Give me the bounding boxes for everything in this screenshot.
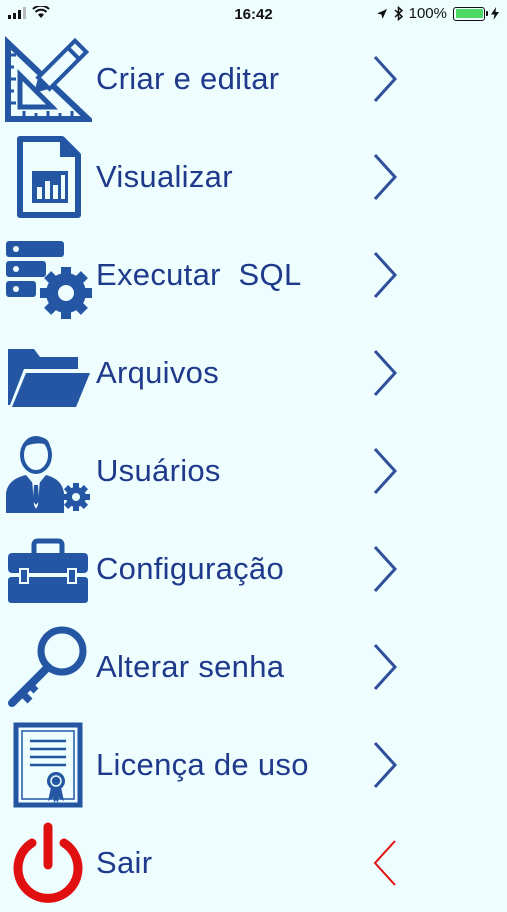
chevron-right-icon: [370, 250, 400, 300]
menu-item-usuarios[interactable]: Usuários: [0, 422, 507, 520]
menu-item-label: Criar e editar: [96, 61, 280, 96]
charging-bolt-icon: [491, 7, 499, 20]
certificate-icon: [4, 721, 92, 809]
chevron-right-icon: [370, 446, 400, 496]
main-menu: Criar e editar Visualizar Executar SQL A…: [0, 30, 507, 912]
menu-item-sair[interactable]: Sair: [0, 814, 507, 912]
menu-item-label: Configuração: [96, 551, 284, 586]
chevron-right-icon: [370, 642, 400, 692]
menu-item-alterar-senha[interactable]: Alterar senha: [0, 618, 507, 716]
menu-item-arquivos[interactable]: Arquivos: [0, 324, 507, 422]
menu-item-criar-editar[interactable]: Criar e editar: [0, 30, 507, 128]
menu-item-label: Licença de uso: [96, 747, 309, 782]
battery-percentage: 100%: [408, 5, 447, 22]
power-icon: [4, 819, 92, 907]
status-bar: 16:42 100%: [0, 0, 507, 30]
chevron-left-icon: [370, 838, 400, 888]
menu-item-label: Sair: [96, 845, 153, 880]
chevron-right-icon: [370, 54, 400, 104]
ruler-pencil-icon: [4, 35, 92, 123]
menu-item-visualizar[interactable]: Visualizar: [0, 128, 507, 226]
menu-item-label: Usuários: [96, 453, 221, 488]
chevron-right-icon: [370, 740, 400, 790]
menu-item-label: Visualizar: [96, 159, 233, 194]
location-arrow-icon: [376, 8, 387, 19]
menu-item-licenca-uso[interactable]: Licença de uso: [0, 716, 507, 814]
bluetooth-icon: [394, 6, 403, 21]
user-gear-icon: [4, 427, 92, 515]
status-right: 100%: [376, 5, 499, 22]
report-chart-icon: [4, 133, 92, 221]
menu-item-label: Executar SQL: [96, 257, 302, 292]
battery-icon: [453, 6, 488, 21]
database-gear-icon: [4, 231, 92, 319]
key-icon: [4, 623, 92, 711]
toolbox-icon: [4, 525, 92, 613]
menu-item-configuracao[interactable]: Configuração: [0, 520, 507, 618]
menu-item-label: Alterar senha: [96, 649, 285, 684]
chevron-right-icon: [370, 544, 400, 594]
chevron-right-icon: [370, 348, 400, 398]
menu-item-executar-sql[interactable]: Executar SQL: [0, 226, 507, 324]
chevron-right-icon: [370, 152, 400, 202]
menu-item-label: Arquivos: [96, 355, 220, 390]
folder-icon: [4, 329, 92, 417]
